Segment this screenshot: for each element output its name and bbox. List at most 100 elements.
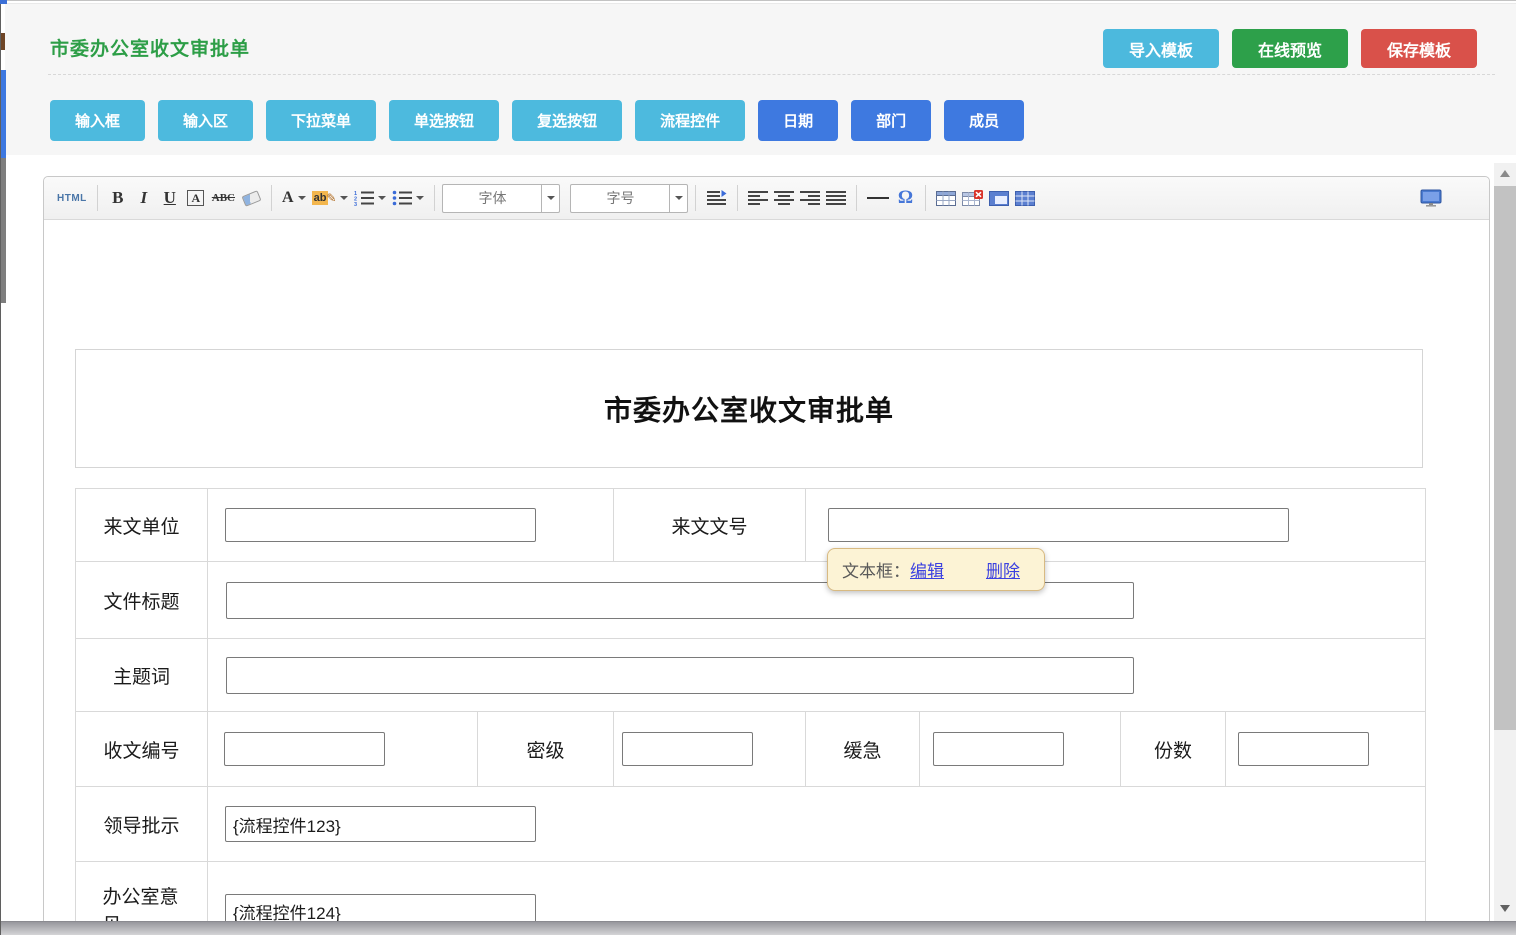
eraser-icon (241, 190, 261, 207)
edit-control-link[interactable]: 编辑 (910, 557, 944, 582)
toolbar-separator (695, 185, 696, 211)
font-size-select[interactable]: 字号 (570, 184, 688, 213)
character-border-button[interactable]: A (183, 183, 209, 213)
control-type-label: 文本框： (842, 557, 910, 582)
underline-button[interactable]: U (157, 183, 183, 213)
approval-form-table: 来文单位 来文文号 文件标题 主题词 (75, 488, 1426, 935)
font-family-select[interactable]: 字体 (442, 184, 560, 213)
highlight-color-button[interactable]: ab ✎ (309, 183, 352, 213)
toolbox-radio-button[interactable]: 单选按钮 (389, 100, 499, 141)
security-level-label: 密级 (478, 712, 614, 787)
scroll-up-arrow-icon[interactable] (1500, 170, 1510, 177)
save-template-button[interactable]: 保存模板 (1361, 29, 1477, 68)
cell-properties-button[interactable] (1012, 183, 1038, 213)
font-color-icon: A (282, 189, 294, 207)
header-divider (48, 74, 1495, 75)
urgency-label: 缓急 (806, 712, 920, 787)
source-unit-input[interactable] (225, 508, 536, 542)
bold-button[interactable]: B (105, 183, 131, 213)
scrollbar-thumb[interactable] (1494, 186, 1516, 730)
toolbox-input-area-button[interactable]: 输入区 (158, 100, 253, 141)
chevron-down-icon (675, 196, 683, 200)
table-properties-icon (989, 191, 1009, 206)
leader-comments-input[interactable] (225, 806, 536, 842)
toolbox-department-button[interactable]: 部门 (851, 100, 931, 141)
special-char-button[interactable]: Ω (892, 183, 918, 213)
ordered-list-button[interactable]: 1 2 3 (351, 183, 389, 213)
toolbox-dropdown-button[interactable]: 下拉菜单 (266, 100, 376, 141)
fullscreen-button[interactable] (1417, 183, 1445, 213)
toolbox-date-button[interactable]: 日期 (758, 100, 838, 141)
ordered-list-icon: 1 2 3 (354, 190, 374, 206)
horizontal-rule-button[interactable] (864, 183, 892, 213)
align-left-icon (748, 191, 768, 205)
delete-control-link[interactable]: 删除 (986, 557, 1020, 582)
receipt-number-label: 收文编号 (76, 712, 208, 787)
select-arrow (541, 185, 559, 212)
cell-properties-icon (1015, 191, 1035, 206)
receipt-number-cell (208, 712, 478, 787)
form-title: 市委办公室收文审批单 (604, 389, 894, 429)
indent-icon (706, 190, 727, 206)
doc-number-label: 来文文号 (614, 489, 806, 562)
italic-icon: I (140, 188, 147, 208)
security-level-input[interactable] (622, 732, 753, 766)
toolbar-separator (856, 185, 857, 211)
table-row: 来文单位 来文文号 (76, 489, 1426, 562)
urgency-input[interactable] (933, 732, 1064, 766)
doc-number-input[interactable] (828, 508, 1289, 542)
font-color-button[interactable]: A (279, 183, 309, 213)
table-properties-button[interactable] (986, 183, 1012, 213)
toolbox-member-button[interactable]: 成员 (944, 100, 1024, 141)
italic-button[interactable]: I (131, 183, 157, 213)
toolbar-separator (737, 185, 738, 211)
form-title-cell: 市委办公室收文审批单 (75, 349, 1423, 468)
copies-input[interactable] (1238, 732, 1369, 766)
remove-format-button[interactable] (238, 183, 264, 213)
align-center-button[interactable] (771, 183, 797, 213)
source-unit-cell (208, 489, 614, 562)
doc-title-cell (208, 562, 1426, 639)
html-source-button[interactable]: HTML (54, 183, 90, 213)
control-action-tooltip: 文本框： 编辑 删除 (827, 548, 1045, 591)
editor-canvas[interactable]: 市委办公室收文审批单 来文单位 来文文号 文件标题 (44, 220, 1489, 935)
source-unit-label: 来文单位 (76, 489, 208, 562)
delete-table-button[interactable] (959, 183, 986, 213)
editor-toolbar: HTML B I U A ABC A ab ✎ (44, 177, 1489, 220)
import-template-button[interactable]: 导入模板 (1103, 29, 1219, 68)
vertical-scrollbar[interactable] (1494, 163, 1516, 921)
select-arrow (669, 185, 687, 212)
screen-edge-artifact (1, 33, 5, 50)
table-row: 领导批示 (76, 787, 1426, 862)
align-right-button[interactable] (797, 183, 823, 213)
align-justify-button[interactable] (823, 183, 849, 213)
chevron-down-icon (340, 196, 348, 200)
strikethrough-button[interactable]: ABC (209, 183, 238, 213)
subject-input[interactable] (226, 657, 1134, 694)
toolbox-checkbox-button[interactable]: 复选按钮 (512, 100, 622, 141)
online-preview-button[interactable]: 在线预览 (1232, 29, 1348, 68)
bold-icon: B (112, 188, 123, 208)
scroll-down-arrow-icon[interactable] (1500, 905, 1510, 912)
urgency-cell (920, 712, 1121, 787)
security-level-cell (614, 712, 806, 787)
indent-button[interactable] (703, 183, 730, 213)
underline-icon: U (164, 188, 176, 208)
chevron-down-icon (547, 196, 555, 200)
page-title: 市委办公室收文审批单 (50, 34, 250, 61)
toolbox-flow-control-button[interactable]: 流程控件 (635, 100, 745, 141)
screen-edge-artifact (1, 70, 6, 158)
receipt-number-input[interactable] (224, 732, 385, 766)
boxed-a-icon: A (187, 190, 204, 206)
screen-edge-artifact (1, 158, 6, 303)
toolbox-input-box-button[interactable]: 输入框 (50, 100, 145, 141)
unordered-list-button[interactable] (389, 183, 427, 213)
leader-comments-label: 领导批示 (76, 787, 208, 862)
align-left-button[interactable] (745, 183, 771, 213)
window-top-hairline-2 (0, 3, 1516, 4)
insert-table-button[interactable] (933, 183, 959, 213)
window-top-hairline (0, 0, 1516, 1)
control-toolbox: 输入框 输入区 下拉菜单 单选按钮 复选按钮 流程控件 日期 部门 成员 (50, 100, 1024, 141)
chevron-down-icon (378, 196, 386, 200)
subject-cell (208, 639, 1426, 712)
